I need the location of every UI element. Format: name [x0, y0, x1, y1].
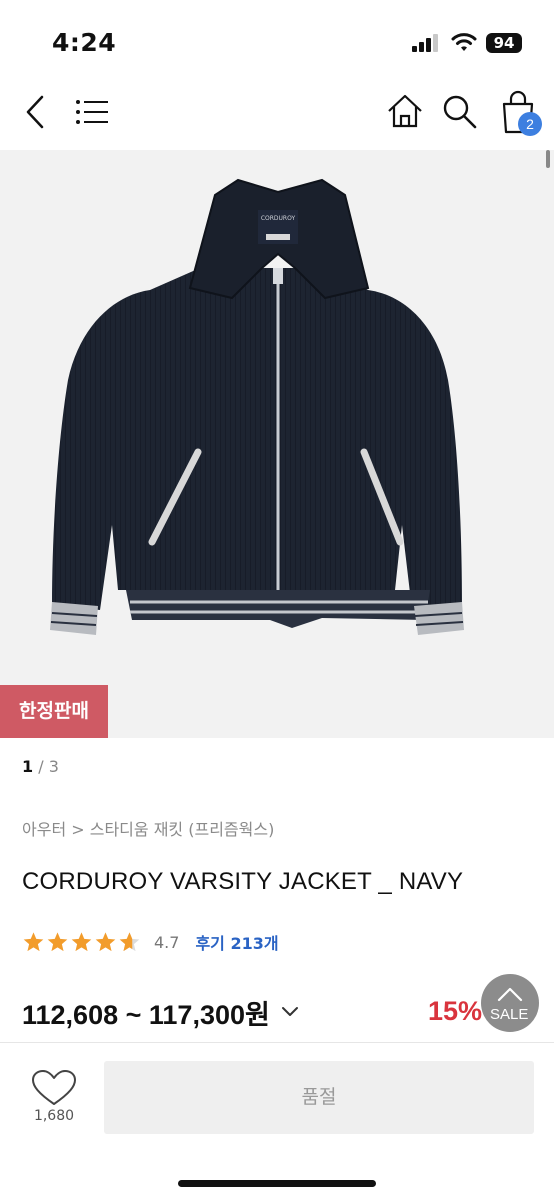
price-range: 112,608 ~ 117,300원 — [22, 999, 270, 1030]
product-title: CORDUROY VARSITY JACKET _ NAVY — [22, 868, 464, 895]
status-bar: 4:24 94 — [0, 0, 554, 80]
review-count-link[interactable]: 후기 213개 — [195, 930, 278, 954]
svg-text:CORDUROY: CORDUROY — [261, 215, 296, 222]
star-icon — [71, 932, 92, 952]
star-icon — [23, 932, 44, 952]
pager-current: 1 — [22, 757, 34, 776]
price-row[interactable]: 112,608 ~ 117,300원 — [22, 994, 300, 1030]
sale-label: SALE — [490, 1006, 529, 1023]
like-count: 1,680 — [33, 1108, 75, 1124]
chevron-down-icon[interactable] — [280, 1005, 300, 1019]
back-arrow-icon[interactable] — [22, 94, 50, 130]
home-icon[interactable] — [386, 92, 424, 130]
rating-stars — [22, 931, 142, 953]
heart-icon[interactable] — [28, 1068, 80, 1108]
pager-total: / 3 — [38, 757, 59, 776]
limited-sale-badge: 한정판매 — [0, 685, 108, 738]
image-pager: 1 / 3 — [22, 757, 59, 776]
chevron-up-icon — [497, 987, 523, 1002]
menu-icon[interactable] — [74, 96, 110, 128]
discount-rate: 15% — [428, 996, 483, 1026]
home-indicator — [178, 1180, 376, 1187]
status-time: 4:24 — [52, 28, 117, 57]
breadcrumb[interactable]: 아우터 > 스타디움 재킷 (프리즘웍스) — [22, 816, 274, 840]
scroll-indicator — [546, 150, 550, 168]
top-nav-bar — [0, 80, 554, 148]
product-image[interactable]: CORDUROY — [0, 150, 554, 738]
wifi-icon — [451, 33, 477, 51]
rating-row: 4.7 후기 213개 — [22, 929, 279, 955]
jacket-image: CORDUROY — [50, 178, 464, 635]
star-icon — [47, 932, 68, 952]
search-icon[interactable] — [440, 92, 478, 130]
scroll-to-top-button[interactable] — [481, 974, 539, 1032]
signal-icon — [412, 34, 438, 52]
half-star-icon — [119, 932, 140, 952]
star-icon — [95, 932, 116, 952]
soldout-button[interactable]: 품절 — [104, 1061, 534, 1134]
cart-count-badge: 2 — [518, 112, 542, 136]
rating-value: 4.7 — [154, 932, 180, 952]
battery-indicator: 94 — [486, 33, 522, 53]
